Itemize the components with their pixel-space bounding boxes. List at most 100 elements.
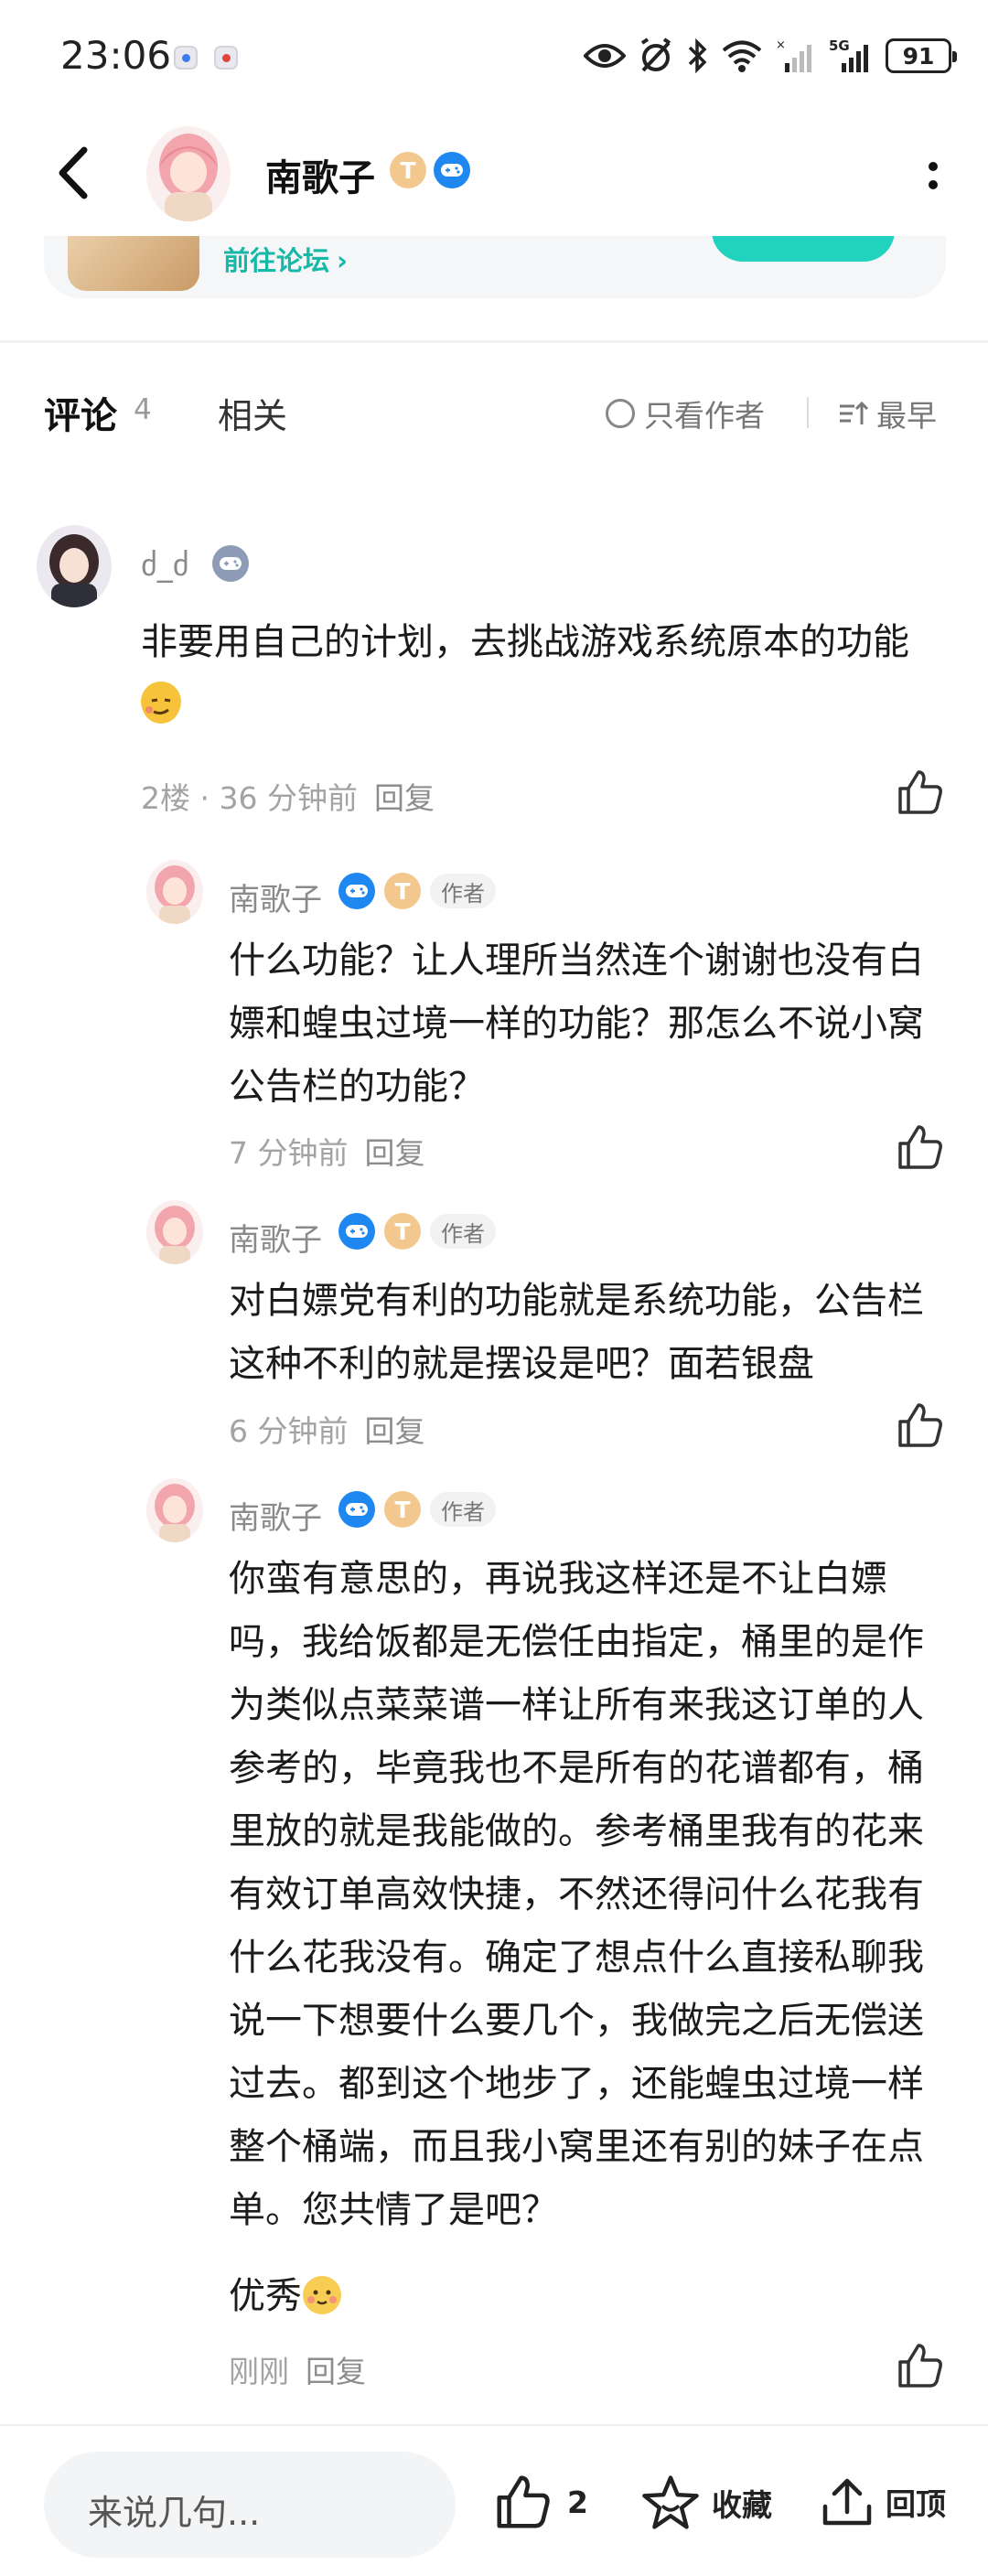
top-nav: 南歌子 T [0, 113, 988, 236]
forum-thumbnail [68, 236, 199, 291]
like-count: 2 [567, 2484, 588, 2520]
more-options-button[interactable] [915, 150, 951, 201]
thumbs-up-icon [898, 1403, 942, 1447]
notification-app-icon [214, 46, 238, 70]
header-author-name[interactable]: 南歌子 [265, 148, 375, 201]
eye-icon [584, 44, 626, 68]
gamepad-icon [212, 545, 249, 582]
comment-text: 非要用自己的计划，去挑战游戏系统原本的功能 [141, 611, 928, 737]
commenter-avatar[interactable] [37, 525, 112, 607]
forum-link-label: 前往论坛 [223, 245, 330, 276]
reply-button[interactable]: 回复 [365, 1135, 425, 1171]
forum-card: 前往论坛 › [44, 236, 946, 298]
svg-text:5G: 5G [829, 38, 850, 54]
reply-time: 刚刚 [229, 2354, 289, 2389]
like-button[interactable] [897, 1123, 944, 1171]
like-button[interactable] [897, 1401, 944, 1449]
reply-time: 6 分钟前 [229, 1413, 349, 1449]
comment-text-content: 非要用自己的计划，去挑战游戏系统原本的功能 [141, 621, 909, 663]
chevron-left-icon [59, 146, 88, 199]
tab-related[interactable]: 相关 [218, 388, 287, 438]
author-tag: 作者 [430, 874, 496, 908]
replier-avatar[interactable] [146, 860, 203, 924]
comment-tabs: 评论 4 相关 只看作者 最早 [0, 371, 988, 454]
comment-meta: 2楼 · 36 分钟前 回复 [141, 780, 435, 816]
more-vertical-icon [929, 162, 938, 189]
replier-avatar[interactable] [146, 1478, 203, 1542]
radio-circle-icon [606, 399, 635, 428]
author-tag: 作者 [430, 1492, 496, 1527]
like-button[interactable] [897, 768, 944, 816]
reply-button[interactable]: 回复 [374, 780, 435, 816]
favorite-button[interactable]: 收藏 [640, 2474, 772, 2532]
favorite-label: 收藏 [712, 2487, 772, 2523]
reply-meta: 6 分钟前 回复 [229, 1407, 425, 1451]
sort-button[interactable]: 最早 [838, 392, 937, 435]
only-author-label: 只看作者 [644, 398, 765, 434]
replier-avatar[interactable] [146, 1200, 203, 1264]
smirk-emoji-icon [141, 682, 181, 724]
reply-text: 什么功能？让人理所当然连个谢谢也没有白嫖和蝗虫过境一样的功能？那怎么不说小窝公告… [229, 939, 924, 1108]
forum-link[interactable]: 前往论坛 › [223, 240, 348, 278]
chevron-right-icon: › [337, 245, 348, 276]
level-badge: T [384, 873, 421, 909]
signal-5g-icon: 5G [829, 38, 868, 72]
shy-emoji-icon [302, 2272, 342, 2314]
reply-text: 对白嫖党有利的功能就是系统功能，公告栏这种不利的就是摆设是吧？面若银盘 [229, 1280, 924, 1385]
status-icons: × 5G 91 [584, 35, 957, 77]
status-time: 23:06 [60, 33, 172, 78]
wifi-icon [722, 40, 762, 72]
replier-name[interactable]: 南歌子 [229, 1215, 322, 1260]
level-badge: T [384, 1213, 421, 1250]
commenter-badges [212, 545, 249, 582]
reply-text: 你蛮有意思的，再说我这样还是不让白嫖吗，我给饭都是无偿任由指定，桶里的是作为类似… [229, 1558, 924, 2231]
star-icon [642, 2475, 699, 2529]
gamepad-icon [338, 1491, 375, 1528]
alarm-off-icon [640, 38, 671, 72]
reply-extra-text: 优秀 [229, 2275, 302, 2317]
svg-text:×: × [776, 38, 786, 52]
replier-badges: T 作者 [338, 873, 496, 909]
comments-count: 4 [134, 393, 152, 426]
back-to-top-button[interactable]: 回顶 [820, 2474, 946, 2530]
comment-item: ძ_ძ 非要用自己的计划，去挑战游戏系统原本的功能 2楼 · 36 分钟前 回复 [0, 512, 988, 832]
level-badge: T [384, 1491, 421, 1528]
reply-item: 南歌子 T 作者 什么功能？让人理所当然连个谢谢也没有白嫖和蝗虫过境一样的功能？… [0, 853, 988, 1182]
thumbs-up-icon [898, 2344, 942, 2388]
comment-input-placeholder: 来说几句... [88, 2493, 261, 2533]
only-author-toggle[interactable]: 只看作者 [606, 392, 765, 435]
upload-arrow-icon [822, 2478, 872, 2526]
replier-badges: T 作者 [338, 1213, 496, 1250]
comment-floor: 2楼 [141, 780, 190, 816]
forum-action-button[interactable] [712, 236, 895, 262]
divider [807, 397, 809, 428]
notification-app-icon [174, 46, 198, 70]
sort-icon [840, 401, 869, 424]
reply-button[interactable]: 回复 [306, 2354, 366, 2389]
gamepad-icon [338, 1213, 375, 1250]
commenter-name[interactable]: ძ_ძ [141, 547, 189, 584]
replier-name[interactable]: 南歌子 [229, 875, 322, 919]
author-avatar[interactable] [146, 126, 231, 221]
status-bar: 23:06 × 5G 91 [0, 0, 988, 113]
reply-meta: 刚刚 回复 [229, 2347, 366, 2391]
thumbs-up-icon [898, 1125, 942, 1169]
thumbs-up-icon [497, 2475, 550, 2528]
post-like-button[interactable]: 2 [494, 2474, 588, 2530]
bottom-action-bar: 来说几句... 2 收藏 回顶 [0, 2424, 988, 2576]
tab-comments[interactable]: 评论 [44, 386, 117, 439]
comment-input[interactable]: 来说几句... [44, 2452, 456, 2558]
back-button[interactable] [48, 141, 102, 205]
thumbs-up-icon [898, 770, 942, 814]
gamepad-icon [434, 152, 470, 188]
reply-item: 南歌子 T 作者 你蛮有意思的，再说我这样还是不让白嫖吗，我给饭都是无偿任由指定… [0, 1471, 988, 2389]
like-button[interactable] [897, 2342, 944, 2389]
reply-time: 7 分钟前 [229, 1135, 349, 1171]
battery-indicator: 91 [886, 38, 957, 73]
signal-weak-icon: × [776, 38, 811, 72]
reply-button[interactable]: 回复 [365, 1413, 425, 1449]
author-tag: 作者 [430, 1214, 496, 1249]
comment-time: 36 分钟前 [219, 780, 358, 816]
replier-name[interactable]: 南歌子 [229, 1493, 322, 1538]
sort-label: 最早 [876, 398, 937, 434]
